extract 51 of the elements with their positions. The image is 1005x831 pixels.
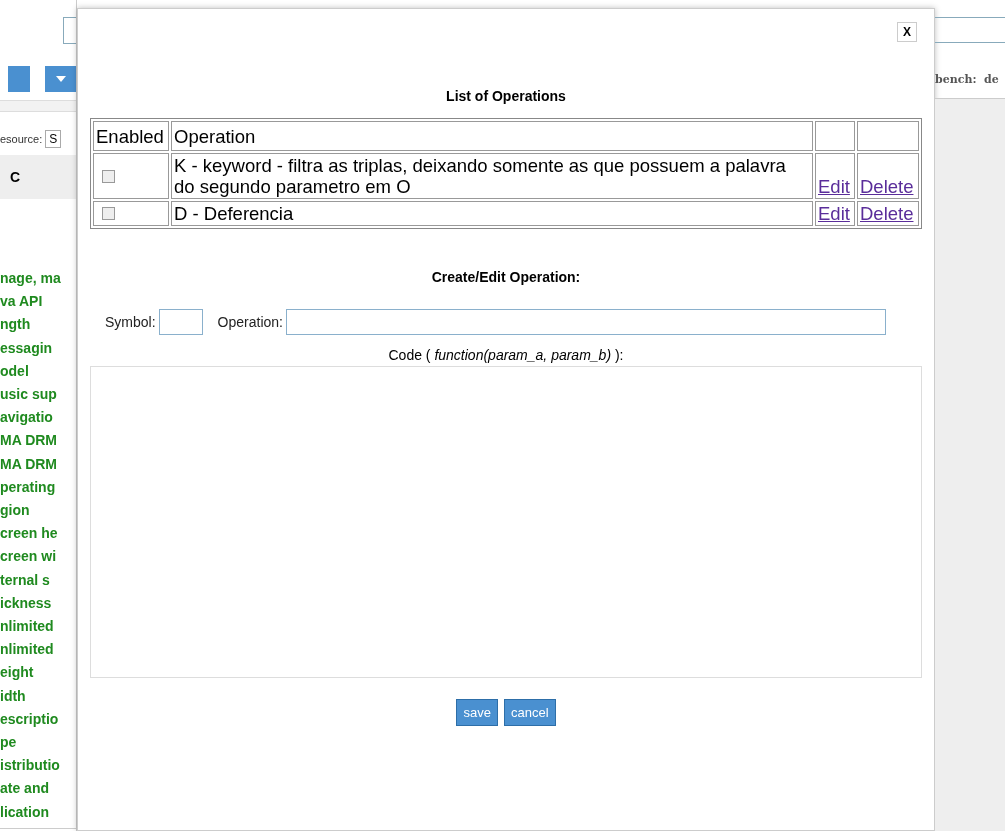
property-item[interactable]: usic sup — [0, 383, 76, 407]
operation-field[interactable] — [285, 309, 886, 335]
search-field[interactable] — [63, 17, 76, 44]
property-item[interactable]: perating — [0, 475, 76, 500]
property-item[interactable]: nage, ma — [0, 267, 76, 291]
property-item[interactable]: pe — [0, 731, 76, 755]
property-item[interactable]: ternal s — [0, 568, 76, 592]
property-item[interactable]: MA DRM — [0, 429, 76, 453]
property-item[interactable]: ate and — [0, 777, 76, 801]
resource-label: esource: — [0, 133, 43, 145]
column-heading — [857, 121, 919, 151]
save-button[interactable]: save — [456, 699, 498, 726]
property-item[interactable]: MA DRM — [0, 452, 76, 476]
text-field[interactable] — [935, 17, 1005, 43]
operation-label: Operation: — [217, 314, 283, 330]
property-item[interactable]: ngth — [0, 313, 76, 337]
form-title: Create/Edit Operation: — [430, 269, 582, 285]
column-heading: Operation — [171, 121, 813, 151]
caret-icon — [55, 76, 66, 82]
close-button[interactable]: X — [897, 22, 917, 42]
property-item[interactable]: odel — [0, 359, 76, 383]
property-item[interactable]: avigatio — [0, 406, 76, 430]
property-item[interactable]: ickness — [0, 591, 76, 616]
dialog-title: List of Operations — [445, 88, 567, 104]
column-heading: Enabled — [93, 121, 169, 151]
cancel-button[interactable]: cancel — [503, 699, 556, 726]
dropdown-button[interactable] — [45, 66, 76, 92]
property-item[interactable]: istributio — [0, 754, 76, 778]
symbol-label: Symbol: — [105, 314, 156, 330]
checkbox[interactable] — [102, 169, 115, 183]
code-field[interactable] — [90, 366, 922, 678]
property-item[interactable]: gion — [0, 499, 76, 523]
property-item[interactable]: creen he — [0, 522, 76, 546]
checkbox[interactable] — [102, 207, 115, 220]
table-cell: D - Deferencia — [171, 201, 813, 226]
resource-select[interactable]: S — [45, 130, 62, 148]
column-heading — [815, 121, 855, 151]
code-label: Code ( function(param_a, param_b) ): — [387, 347, 625, 363]
table-cell: K - keyword - filtra as triplas, deixando somente as que possuem a palavra do segundo parametro em O — [171, 153, 813, 199]
property-item[interactable]: essagin — [0, 336, 76, 360]
symbol-field[interactable] — [158, 309, 203, 335]
property-item[interactable]: lication — [0, 800, 76, 824]
property-item[interactable]: eight — [0, 661, 76, 685]
property-item[interactable]: idth — [0, 684, 76, 708]
workbench-label: bench: de — [935, 73, 1000, 86]
property-item[interactable]: nlimited — [0, 638, 76, 662]
property-item[interactable]: nlimited — [0, 615, 76, 639]
column-header-text: C — [10, 169, 21, 185]
property-item[interactable]: escriptio — [0, 707, 76, 732]
property-item[interactable]: va API — [0, 290, 76, 314]
property-item[interactable]: creen wi — [0, 545, 76, 569]
